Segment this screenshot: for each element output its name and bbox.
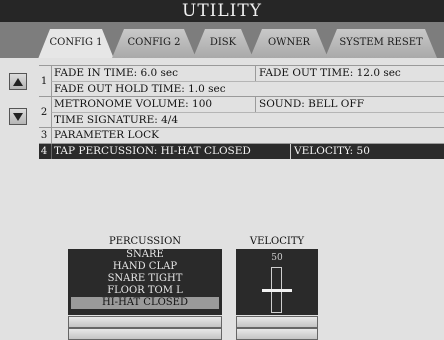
- percussion-up-button[interactable]: [68, 316, 222, 328]
- triangle-up-icon: [13, 77, 23, 86]
- settings-row[interactable]: METRONOME VOLUME: 100 SOUND: BELL OFF: [51, 97, 444, 112]
- fade-in-time: FADE IN TIME: 6.0 sec: [54, 67, 179, 79]
- time-signature: TIME SIGNATURE: 4/4: [54, 114, 179, 126]
- list-item[interactable]: HAND CLAP: [68, 261, 222, 273]
- tab-disk[interactable]: DISK: [193, 29, 253, 58]
- tab-label: CONFIG 1: [49, 37, 103, 48]
- settings-row[interactable]: TIME SIGNATURE: 4/4: [51, 112, 444, 127]
- group-number: 4: [40, 146, 48, 157]
- settings-row[interactable]: FADE OUT HOLD TIME: 1.0 sec: [51, 81, 444, 96]
- settings-group-3[interactable]: 3 PARAMETER LOCK: [39, 128, 444, 144]
- list-item[interactable]: SNARE TIGHT: [68, 273, 222, 285]
- velocity-fader[interactable]: 50: [236, 249, 318, 315]
- velocity-down-button[interactable]: [236, 328, 318, 340]
- parameter-lock: PARAMETER LOCK: [54, 129, 159, 141]
- tab-label: DISK: [209, 37, 237, 48]
- metronome-sound: SOUND: BELL OFF: [255, 97, 364, 112]
- metronome-volume: METRONOME VOLUME: 100: [54, 98, 213, 110]
- window-title: UTILITY: [0, 0, 444, 22]
- settings-group-4[interactable]: 4 TAP PERCUSSION: HI-HAT CLOSED VELOCITY…: [39, 144, 444, 159]
- velocity-label: VELOCITY: [249, 236, 305, 247]
- fade-out-time: FADE OUT TIME: 12.0 sec: [255, 66, 401, 81]
- scroll-down-button[interactable]: [9, 108, 27, 125]
- velocity-up-button[interactable]: [236, 316, 318, 328]
- fader-knob[interactable]: [262, 289, 292, 292]
- settings-row[interactable]: TAP PERCUSSION: HI-HAT CLOSED VELOCITY: …: [51, 144, 444, 159]
- tab-system-reset[interactable]: SYSTEM RESET: [325, 29, 437, 58]
- tab-owner[interactable]: OWNER: [250, 29, 328, 58]
- tab-config-2[interactable]: CONFIG 2: [112, 29, 196, 58]
- velocity-value: 50: [271, 253, 283, 263]
- tab-strip: CONFIG 1 CONFIG 2 DISK OWNER SYSTEM RESE…: [0, 22, 444, 58]
- percussion-down-button[interactable]: [68, 328, 222, 340]
- settings-row[interactable]: PARAMETER LOCK: [51, 128, 444, 143]
- tap-percussion: TAP PERCUSSION: HI-HAT CLOSED: [54, 145, 251, 157]
- config-panel: 1 FADE IN TIME: 6.0 sec FADE OUT TIME: 1…: [0, 58, 444, 340]
- group-number: 1: [40, 75, 48, 87]
- group-number: 3: [40, 130, 48, 141]
- settings-list: 1 FADE IN TIME: 6.0 sec FADE OUT TIME: 1…: [39, 65, 444, 159]
- list-item[interactable]: FLOOR TOM L: [68, 285, 222, 297]
- list-item[interactable]: SNARE: [68, 249, 222, 261]
- tab-config-1[interactable]: CONFIG 1: [38, 29, 114, 59]
- tap-velocity: VELOCITY: 50: [290, 144, 370, 159]
- tab-label: SYSTEM RESET: [339, 37, 423, 48]
- group-number: 2: [40, 106, 48, 118]
- settings-row[interactable]: FADE IN TIME: 6.0 sec FADE OUT TIME: 12.…: [51, 66, 444, 81]
- settings-group-2[interactable]: 2 METRONOME VOLUME: 100 SOUND: BELL OFF …: [39, 97, 444, 128]
- list-item-selected[interactable]: HI-HAT CLOSED: [71, 297, 219, 309]
- scroll-up-button[interactable]: [9, 73, 27, 90]
- percussion-list[interactable]: SNARE HAND CLAP SNARE TIGHT FLOOR TOM L …: [68, 249, 222, 315]
- settings-group-1[interactable]: 1 FADE IN TIME: 6.0 sec FADE OUT TIME: 1…: [39, 65, 444, 97]
- fade-out-hold-time: FADE OUT HOLD TIME: 1.0 sec: [54, 83, 226, 95]
- tab-label: OWNER: [267, 37, 311, 48]
- percussion-label: PERCUSSION: [108, 236, 182, 247]
- tab-label: CONFIG 2: [127, 37, 181, 48]
- triangle-down-icon: [13, 112, 23, 121]
